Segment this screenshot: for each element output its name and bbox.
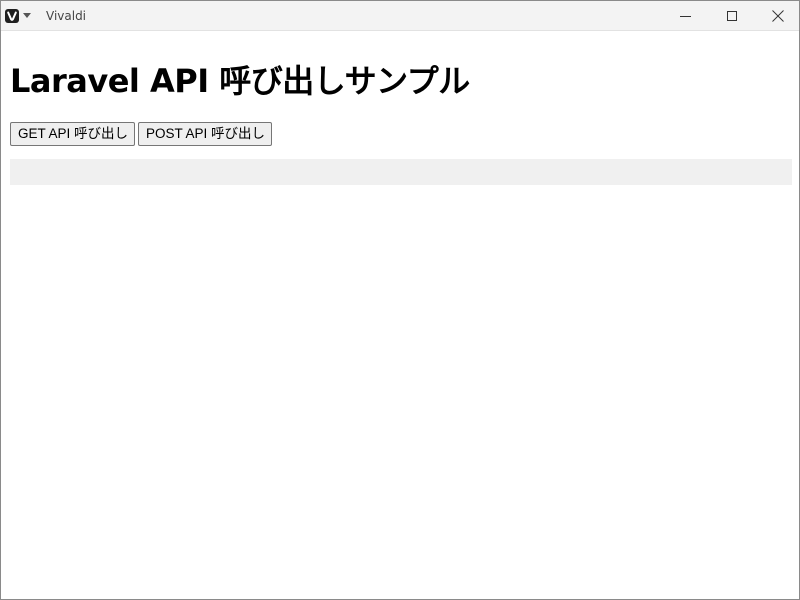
chevron-down-icon[interactable]: [23, 13, 31, 18]
page-content: Laravel API 呼び出しサンプル GET API 呼び出し POST A…: [1, 31, 799, 599]
result-output: [10, 159, 792, 185]
post-api-button[interactable]: POST API 呼び出し: [138, 122, 272, 146]
browser-window: Vivaldi Laravel API 呼び出しサンプル GET API 呼び出…: [0, 0, 800, 600]
close-button[interactable]: [755, 1, 800, 30]
page-title: Laravel API 呼び出しサンプル: [10, 62, 470, 100]
maximize-icon: [727, 11, 737, 21]
vivaldi-logo-icon[interactable]: [5, 9, 19, 23]
title-bar: Vivaldi: [1, 1, 799, 31]
window-title: Vivaldi: [46, 9, 87, 23]
minimize-button[interactable]: [663, 1, 709, 30]
close-icon: [772, 10, 784, 22]
get-api-button[interactable]: GET API 呼び出し: [10, 122, 135, 146]
minimize-icon: [680, 16, 691, 17]
maximize-button[interactable]: [709, 1, 755, 30]
